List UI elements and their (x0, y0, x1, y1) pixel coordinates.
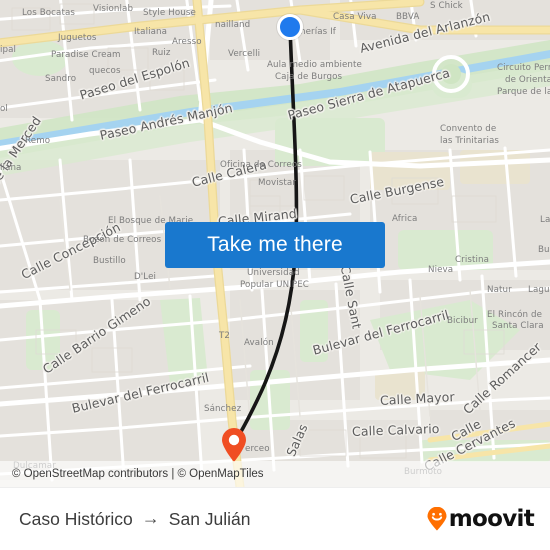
origin-marker[interactable] (277, 14, 303, 40)
moovit-route-card: .bg { fill:#eceae5; } .block { fill:#e4e… (0, 0, 550, 550)
moovit-pin-icon (427, 507, 447, 531)
map-attribution: © OpenStreetMap contributors | © OpenMap… (0, 461, 550, 487)
route-origin-label: Caso Histórico (19, 508, 133, 529)
route-destination-label: San Julián (168, 508, 251, 529)
route-summary: Caso Histórico → San Julián (19, 509, 251, 530)
moovit-wordmark: moovit (448, 506, 535, 532)
moovit-logo[interactable]: moovit (426, 506, 535, 532)
footer-bar: Caso Histórico → San Julián moovit (0, 487, 550, 550)
arrow-right-icon: → (141, 508, 160, 528)
destination-marker[interactable] (220, 427, 248, 463)
take-me-there-button[interactable]: Take me there (165, 222, 385, 268)
